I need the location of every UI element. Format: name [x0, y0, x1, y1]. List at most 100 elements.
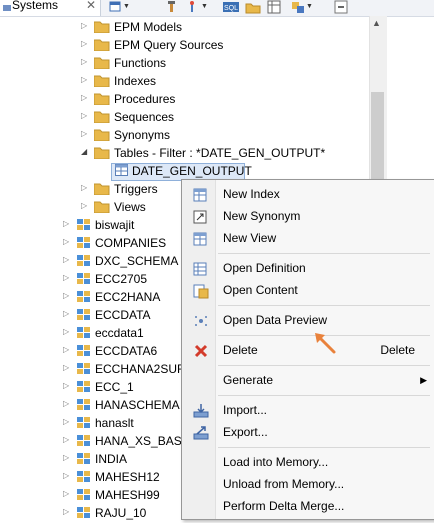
- pointer-arrow-icon: [315, 333, 336, 354]
- expand-arrow-icon[interactable]: ▷: [63, 435, 71, 445]
- menu-item-new-synonym[interactable]: New Synonym: [182, 206, 434, 228]
- chevron-down-icon[interactable]: ▼: [123, 3, 130, 10]
- expand-arrow-icon[interactable]: ▷: [63, 219, 71, 229]
- expand-arrow-icon[interactable]: ▷: [63, 381, 71, 391]
- collapse-icon[interactable]: [334, 0, 348, 14]
- scroll-up-icon[interactable]: ▲: [372, 18, 381, 28]
- schema-item-label: COMPANIES: [95, 236, 167, 250]
- schema-item-label: eccdata1: [95, 326, 144, 340]
- schema-item-label: ECCHANA2SURE: [95, 362, 194, 376]
- menu-item-open-definition[interactable]: Open Definition: [182, 258, 434, 280]
- schema-item-label: INDIA: [95, 452, 128, 466]
- tab-systems[interactable]: Systems ✕: [0, 0, 101, 16]
- open-folder-icon[interactable]: [245, 0, 261, 14]
- expand-arrow-icon[interactable]: ▷: [81, 129, 89, 139]
- collapse-arrow-icon[interactable]: ◢: [81, 147, 89, 157]
- menu-item-import[interactable]: Import...: [182, 400, 434, 422]
- menu-item-load-into-memory[interactable]: Load into Memory...: [182, 452, 434, 474]
- grid-icon[interactable]: [267, 0, 281, 14]
- schema-item-label: ECC2705: [95, 272, 148, 286]
- table-icon: [115, 164, 128, 176]
- expand-arrow-icon[interactable]: ▷: [63, 291, 71, 301]
- expand-arrow-icon[interactable]: ▷: [81, 183, 89, 193]
- menu-item-new-view[interactable]: New View: [182, 228, 434, 250]
- menu-item-delete[interactable]: Delete Delete: [182, 340, 434, 362]
- schema-icon: [76, 254, 92, 268]
- delete-icon: [193, 343, 209, 359]
- menu-item-shortcut: Delete: [380, 343, 415, 357]
- expand-arrow-icon[interactable]: ▷: [63, 399, 71, 409]
- menu-item-new-index[interactable]: New Index: [182, 184, 434, 206]
- tab-label: Systems: [12, 0, 59, 12]
- export-icon: [193, 425, 209, 441]
- menu-item-perform-delta-merge[interactable]: Perform Delta Merge...: [182, 496, 434, 518]
- menu-item-generate[interactable]: Generate ▶: [182, 370, 434, 392]
- data-preview-icon: [193, 313, 209, 329]
- tree-item-label: Indexes: [114, 74, 157, 88]
- menu-item-label: Load into Memory...: [223, 455, 329, 469]
- window-icon[interactable]: [108, 0, 122, 14]
- schema-item-label: MAHESH12: [95, 470, 160, 484]
- schema-icon: [76, 326, 92, 340]
- sql-icon[interactable]: SQL: [223, 0, 239, 14]
- new-view-icon: [193, 231, 209, 247]
- tree-item-label: Tables - Filter : *DATE_GEN_OUTPUT*: [114, 146, 326, 160]
- folder-icon: [93, 93, 110, 106]
- menu-item-export[interactable]: Export...: [182, 422, 434, 444]
- tree-item-label: Sequences: [114, 110, 175, 124]
- expand-arrow-icon[interactable]: ▷: [63, 327, 71, 337]
- close-icon[interactable]: ✕: [86, 0, 96, 12]
- expand-arrow-icon[interactable]: ▷: [63, 507, 71, 517]
- expand-arrow-icon[interactable]: ▷: [63, 309, 71, 319]
- expand-arrow-icon[interactable]: ▷: [63, 255, 71, 265]
- folder-icon: [93, 21, 110, 34]
- schema-icon: [76, 236, 92, 250]
- expand-arrow-icon[interactable]: ▷: [81, 75, 89, 85]
- schema-item-label: HANASCHEMA: [95, 398, 180, 412]
- expand-arrow-icon[interactable]: ▷: [63, 273, 71, 283]
- schema-item-label: HANA_XS_BASE: [95, 434, 190, 448]
- menu-item-label: Export...: [223, 425, 268, 439]
- systems-view-icon: [2, 2, 12, 12]
- expand-arrow-icon[interactable]: ▷: [81, 201, 89, 211]
- menu-item-label: Perform Delta Merge...: [223, 499, 345, 513]
- expand-arrow-icon[interactable]: ▷: [63, 345, 71, 355]
- schema-icon: [76, 218, 92, 232]
- menu-item-unload-from-memory[interactable]: Unload from Memory...: [182, 474, 434, 496]
- schema-item-label: DXC_SCHEMA: [95, 254, 179, 268]
- expand-arrow-icon[interactable]: ▷: [81, 21, 89, 31]
- menu-item-open-data-preview[interactable]: Open Data Preview: [182, 310, 434, 332]
- schema-icon: [76, 308, 92, 322]
- tool-icon[interactable]: [185, 0, 199, 14]
- menu-separator: [218, 395, 430, 396]
- schema-icon: [76, 470, 92, 484]
- folder-icon: [93, 129, 110, 142]
- schema-icon: [76, 272, 92, 286]
- link-icon[interactable]: [291, 0, 305, 14]
- expand-arrow-icon[interactable]: ▷: [81, 57, 89, 67]
- chevron-down-icon[interactable]: ▼: [201, 3, 208, 10]
- expand-arrow-icon[interactable]: ▷: [81, 111, 89, 121]
- tree-item-label: DATE_GEN_OUTPUT: [132, 164, 252, 178]
- expand-arrow-icon[interactable]: ▷: [63, 471, 71, 481]
- menu-item-open-content[interactable]: Open Content: [182, 280, 434, 302]
- schema-item-label: ECCDATA: [95, 308, 151, 322]
- context-menu: New Index New Synonym New View Open Definit…: [181, 179, 434, 520]
- schema-icon: [76, 344, 92, 358]
- wrench-icon[interactable]: [165, 0, 179, 14]
- folder-icon: [93, 39, 110, 52]
- new-index-icon: [193, 187, 209, 203]
- expand-arrow-icon[interactable]: ▷: [63, 363, 71, 373]
- tree-item-label: Views: [114, 200, 146, 214]
- schema-icon: [76, 362, 92, 376]
- scrollbar-thumb[interactable]: [371, 92, 384, 186]
- expand-arrow-icon[interactable]: ▷: [81, 39, 89, 49]
- expand-arrow-icon[interactable]: ▷: [81, 93, 89, 103]
- expand-arrow-icon[interactable]: ▷: [63, 453, 71, 463]
- chevron-down-icon[interactable]: ▼: [306, 3, 313, 10]
- expand-arrow-icon[interactable]: ▷: [63, 417, 71, 427]
- menu-separator: [218, 447, 430, 448]
- menu-item-label: Open Data Preview: [223, 313, 328, 327]
- expand-arrow-icon[interactable]: ▷: [63, 237, 71, 247]
- expand-arrow-icon[interactable]: ▷: [63, 489, 71, 499]
